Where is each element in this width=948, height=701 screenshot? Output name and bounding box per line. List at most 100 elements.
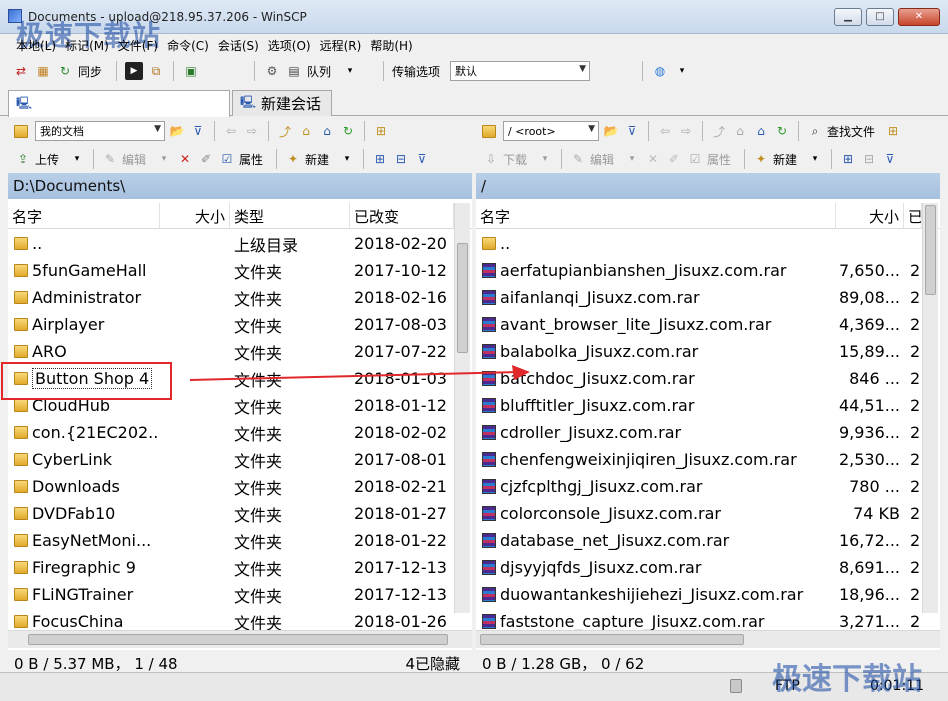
parent-directory-icon[interactable]: ⤴ — [710, 122, 728, 140]
properties-button[interactable]: 属性 — [239, 151, 263, 168]
globe-icon[interactable]: ◍ — [651, 62, 669, 80]
column-changed[interactable]: 已改变 — [350, 203, 454, 229]
chevron-down-icon[interactable]: ▾ — [341, 62, 359, 80]
table-row[interactable]: colorconsole_Jisuxz.com.rar 74 KB 2 — [476, 500, 940, 527]
table-row[interactable]: FLiNGTrainer 文件夹 2017-12-13 — [8, 581, 472, 608]
table-row[interactable]: batchdoc_Jisuxz.com.rar 846 ... 2 — [476, 365, 940, 392]
column-size[interactable]: 大小 — [160, 203, 230, 229]
filter-icon[interactable]: ⊽ — [623, 122, 641, 140]
menu-help[interactable]: 帮助(H) — [370, 37, 412, 54]
synchronize-icon[interactable]: ↻ — [56, 62, 74, 80]
unselect-all-icon[interactable]: ⊟ — [860, 150, 878, 168]
select-all-icon[interactable]: ⊞ — [839, 150, 857, 168]
edit-button[interactable]: 编辑 — [122, 151, 146, 168]
rename-icon[interactable]: ✐ — [665, 150, 683, 168]
table-row[interactable]: .. — [476, 230, 940, 257]
column-name[interactable]: 名字 — [8, 203, 160, 229]
compare-directories-icon[interactable]: ⇄ — [12, 62, 30, 80]
filter-select-icon[interactable]: ⊽ — [413, 150, 431, 168]
local-horizontal-scrollbar[interactable] — [8, 630, 472, 648]
maximize-button[interactable]: □ — [866, 8, 894, 26]
chevron-down-icon[interactable]: ▾ — [673, 62, 691, 80]
preferences-icon[interactable]: ▣ — [182, 62, 200, 80]
find-files-button[interactable]: 查找文件 — [827, 123, 875, 140]
synchronize-browse-icon[interactable]: ▦ — [34, 62, 52, 80]
table-row[interactable]: FocusChina 文件夹 2018-01-26 — [8, 608, 472, 630]
table-row[interactable]: faststone_capture_Jisuxz.com.rar 3,271...… — [476, 608, 940, 630]
menu-commands[interactable]: 命令(C) — [167, 37, 209, 54]
column-changed[interactable]: 已 — [904, 203, 922, 229]
refresh-icon[interactable]: ↻ — [773, 122, 791, 140]
table-row[interactable]: balabolka_Jisuxz.com.rar 15,89... 2 — [476, 338, 940, 365]
scrollbar-thumb[interactable] — [925, 205, 936, 295]
remote-location-select[interactable]: / <root> ▼ — [503, 121, 599, 141]
properties-button[interactable]: 属性 — [707, 151, 731, 168]
chevron-down-icon[interactable]: ▾ — [806, 150, 824, 168]
local-location-select[interactable]: 我的文档 ▼ — [35, 121, 165, 141]
refresh-icon[interactable]: ↻ — [339, 122, 357, 140]
close-button[interactable]: ✕ — [898, 8, 940, 26]
column-type[interactable]: 类型 — [230, 203, 350, 229]
table-row[interactable]: .. 上级目录 2018-02-20 — [8, 230, 472, 257]
transfer-settings-select[interactable]: 默认 ▼ — [450, 61, 591, 81]
remote-vertical-scrollbar[interactable] — [922, 203, 938, 613]
menu-local[interactable]: 本地(L) — [16, 37, 56, 54]
minimize-button[interactable]: ▁ — [834, 8, 862, 26]
scrollbar-thumb[interactable] — [28, 634, 448, 645]
tab-current-session[interactable]: 🖳 — [8, 90, 230, 117]
scrollbar-thumb[interactable] — [457, 243, 468, 353]
table-row[interactable]: CyberLink 文件夹 2017-08-01 — [8, 446, 472, 473]
menu-options[interactable]: 选项(O) — [268, 37, 311, 54]
menu-session[interactable]: 会话(S) — [218, 37, 259, 54]
forward-icon[interactable]: ⇨ — [243, 122, 261, 140]
table-row[interactable]: avant_browser_lite_Jisuxz.com.rar 4,369..… — [476, 311, 940, 338]
table-row[interactable]: aerfatupianbianshen_Jisuxz.com.rar 7,650.… — [476, 257, 940, 284]
filter-select-icon[interactable]: ⊽ — [881, 150, 899, 168]
gear-icon[interactable]: ⚙ — [263, 62, 281, 80]
column-name[interactable]: 名字 — [476, 203, 836, 229]
root-directory-icon[interactable]: ⌂ — [297, 122, 315, 140]
download-button[interactable]: 下载 — [503, 151, 527, 168]
home-icon[interactable]: ⌂ — [318, 122, 336, 140]
table-row[interactable]: DVDFab10 文件夹 2018-01-27 — [8, 500, 472, 527]
delete-icon[interactable]: ✕ — [176, 150, 194, 168]
chevron-down-icon[interactable]: ▾ — [155, 150, 173, 168]
open-folder-icon[interactable]: 📂 — [602, 122, 620, 140]
menu-remote[interactable]: 远程(R) — [320, 37, 362, 54]
table-row[interactable]: blufftitler_Jisuxz.com.rar 44,51... 2 — [476, 392, 940, 419]
tree-view-icon[interactable]: ⊞ — [884, 122, 902, 140]
root-directory-icon[interactable]: ⌂ — [731, 122, 749, 140]
table-row[interactable]: 5funGameHall 文件夹 2017-10-12 — [8, 257, 472, 284]
table-row[interactable]: Airplayer 文件夹 2017-08-03 — [8, 311, 472, 338]
new-button[interactable]: 新建 — [305, 151, 329, 168]
back-icon[interactable]: ⇦ — [222, 122, 240, 140]
chevron-down-icon[interactable]: ▾ — [338, 150, 356, 168]
table-row[interactable]: aifanlanqi_Jisuxz.com.rar 89,08... 2 — [476, 284, 940, 311]
rename-icon[interactable]: ✐ — [197, 150, 215, 168]
chevron-down-icon[interactable]: ▾ — [68, 150, 86, 168]
parent-directory-icon[interactable]: ⤴ — [276, 122, 294, 140]
unselect-all-icon[interactable]: ⊟ — [392, 150, 410, 168]
table-row[interactable]: djsyyjqfds_Jisuxz.com.rar 8,691... 2 — [476, 554, 940, 581]
forward-icon[interactable]: ⇨ — [677, 122, 695, 140]
table-row[interactable]: cdroller_Jisuxz.com.rar 9,936... 2 — [476, 419, 940, 446]
table-row[interactable]: Downloads 文件夹 2018-02-21 — [8, 473, 472, 500]
tree-view-icon[interactable]: ⊞ — [372, 122, 390, 140]
queue-icon[interactable]: ▤ — [285, 62, 303, 80]
filter-icon[interactable]: ⊽ — [189, 122, 207, 140]
putty-icon[interactable]: ⧉ — [147, 62, 165, 80]
table-row[interactable]: chenfengweixinjiqiren_Jisuxz.com.rar 2,53… — [476, 446, 940, 473]
delete-icon[interactable]: ✕ — [644, 150, 662, 168]
table-row[interactable]: cjzfcplthgj_Jisuxz.com.rar 780 ... 2 — [476, 473, 940, 500]
table-row[interactable]: Firegraphic 9 文件夹 2017-12-13 — [8, 554, 472, 581]
open-folder-icon[interactable]: 📂 — [168, 122, 186, 140]
scrollbar-thumb[interactable] — [480, 634, 744, 645]
tab-new-session[interactable]: 🖳 新建会话 — [232, 90, 332, 116]
table-row[interactable]: EasyNetMoni... 文件夹 2018-01-22 — [8, 527, 472, 554]
table-row[interactable]: Administrator 文件夹 2018-02-16 — [8, 284, 472, 311]
column-size[interactable]: 大小 — [836, 203, 904, 229]
menu-mark[interactable]: 标记(M) — [65, 37, 109, 54]
upload-button[interactable]: 上传 — [35, 151, 59, 168]
chevron-down-icon[interactable]: ▾ — [536, 150, 554, 168]
home-icon[interactable]: ⌂ — [752, 122, 770, 140]
